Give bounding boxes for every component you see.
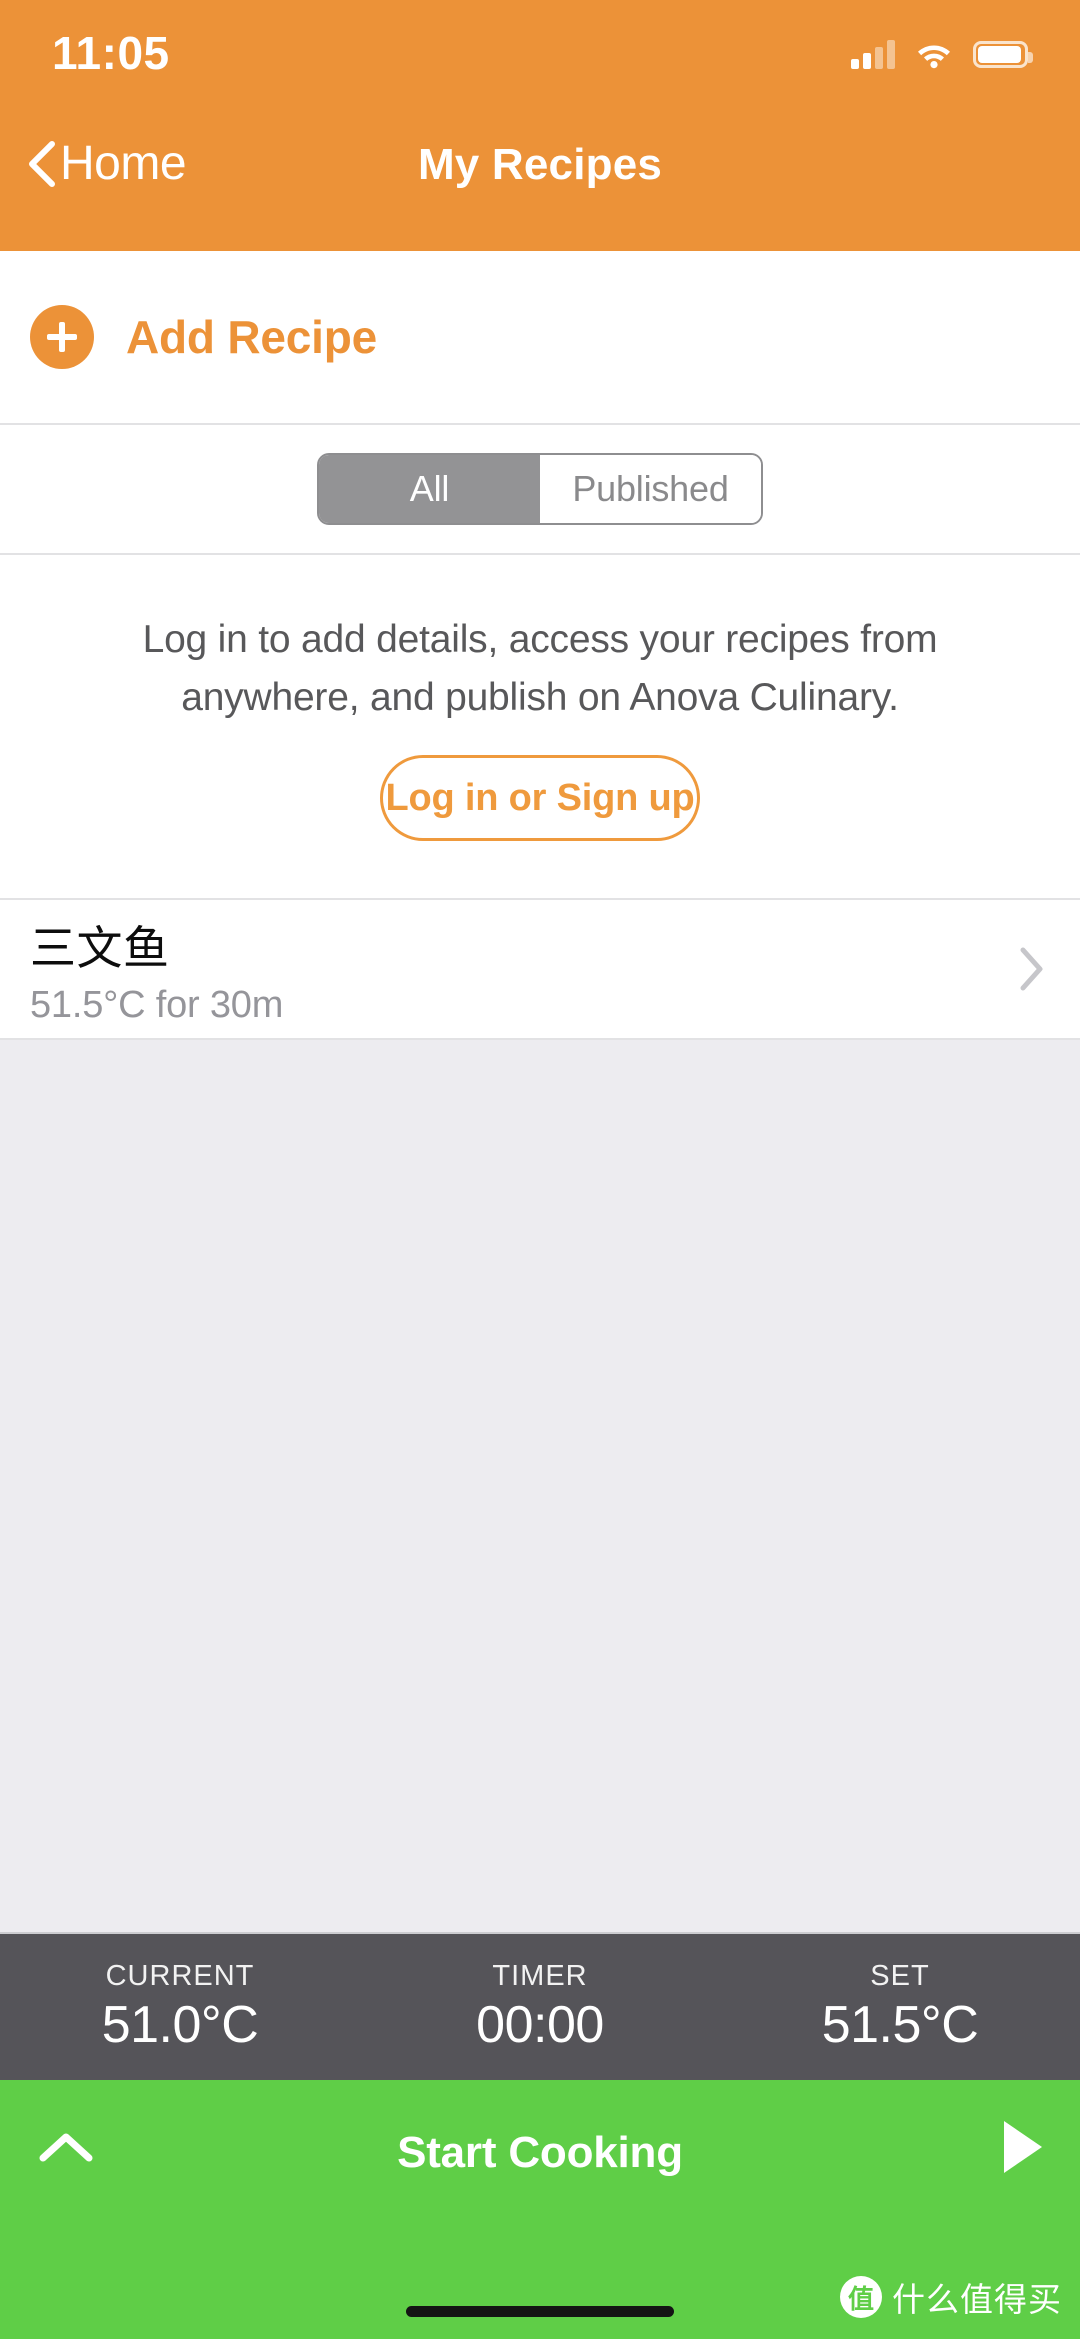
- action-bar-controls: [0, 2080, 1080, 2214]
- wifi-icon: [915, 39, 953, 69]
- segment-all[interactable]: All: [319, 455, 540, 523]
- status-current-value: 51.0°C: [101, 1995, 259, 2054]
- recipe-filter-bar: All Published: [0, 425, 1080, 555]
- recipe-item-title: 三文鱼: [30, 921, 170, 974]
- login-prompt-section: Log in to add details, access your recip…: [0, 555, 1080, 900]
- chevron-right-icon: [1020, 947, 1044, 991]
- recipe-item-texts: 三文鱼 51.5°C for 30m: [30, 912, 283, 1027]
- app-header: 11:05 Home My Recipes: [0, 0, 1080, 251]
- status-set-value: 51.5°C: [821, 1995, 979, 2054]
- status-timer-value: 00:00: [476, 1995, 604, 2054]
- recipe-item-subtitle: 51.5°C for 30m: [30, 983, 284, 1026]
- watermark-badge: 值: [840, 2276, 882, 2318]
- battery-icon: [973, 40, 1033, 68]
- status-current-label: CURRENT: [105, 1959, 255, 1992]
- status-set-label: SET: [870, 1959, 930, 1992]
- list-item[interactable]: 三文鱼 51.5°C for 30m: [0, 900, 1080, 1040]
- segmented-control[interactable]: All Published: [317, 453, 763, 525]
- status-set-temperature: SET 51.5°C: [720, 1934, 1080, 2080]
- status-current-temperature: CURRENT 51.0°C: [0, 1934, 360, 2080]
- watermark: 值 什么值得买: [840, 2273, 1062, 2321]
- cellular-signal-icon: [851, 39, 895, 69]
- recipe-list: 三文鱼 51.5°C for 30m: [0, 900, 1080, 1040]
- login-prompt-message: Log in to add details, access your recip…: [142, 618, 938, 719]
- system-status-bar: 11:05: [0, 0, 1080, 100]
- app-root: 11:05 Home My Recipes Add Recipe All Pub…: [0, 0, 1080, 2339]
- status-bar-icons: [851, 31, 1033, 69]
- status-timer: TIMER 00:00: [360, 1934, 720, 2080]
- chevron-up-icon[interactable]: [38, 2130, 94, 2164]
- status-bar-clock: 11:05: [52, 27, 170, 79]
- home-indicator: [406, 2306, 674, 2317]
- add-recipe-button[interactable]: Add Recipe: [0, 251, 1080, 425]
- play-triangle-icon[interactable]: [1004, 2121, 1042, 2173]
- empty-list-area: [0, 1040, 1080, 1932]
- add-recipe-label: Add Recipe: [126, 311, 378, 363]
- start-cooking-bar[interactable]: Start Cooking 值 什么值得买: [0, 2080, 1080, 2339]
- status-timer-label: TIMER: [492, 1959, 588, 1992]
- watermark-text: 什么值得买: [892, 2281, 1062, 2318]
- page-title: My Recipes: [417, 140, 663, 189]
- device-status-panel: CURRENT 51.0°C TIMER 00:00 SET 51.5°C: [0, 1932, 1080, 2080]
- login-signup-button[interactable]: Log in or Sign up: [380, 755, 700, 841]
- segment-published[interactable]: Published: [540, 455, 761, 523]
- plus-icon: [30, 305, 94, 369]
- navigation-bar: Home My Recipes: [0, 100, 1080, 251]
